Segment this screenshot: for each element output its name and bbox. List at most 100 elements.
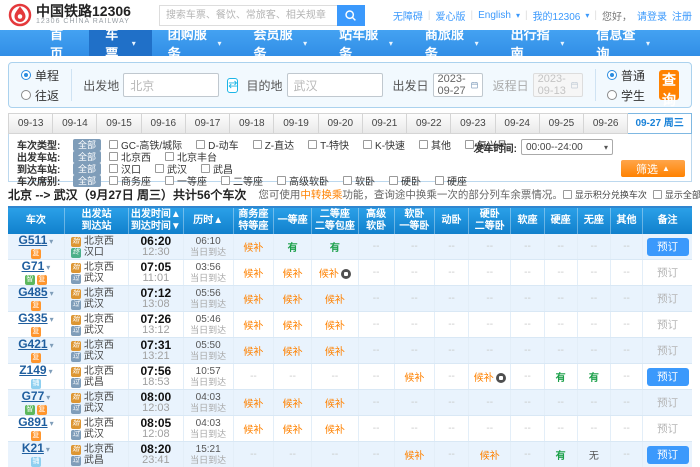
transfer-link[interactable]: 中转换乘 (300, 189, 342, 201)
filter-option[interactable]: Z-直达 (253, 137, 294, 152)
column-header[interactable]: 二等座 二等包座 (312, 208, 358, 234)
to-station-input[interactable] (287, 73, 383, 97)
book-button[interactable]: 预订 (657, 317, 678, 332)
filter-option[interactable]: 商务座 (109, 173, 151, 188)
train-number-link[interactable]: K21 (22, 442, 44, 456)
seat-availability[interactable]: 候补 (325, 347, 345, 358)
train-number-link[interactable]: G71 (22, 260, 45, 274)
date-tab[interactable]: 09-19 (274, 113, 318, 134)
filter-option[interactable]: 软卧 (343, 173, 375, 188)
seat-availability[interactable]: 候补 (325, 295, 345, 306)
date-tab[interactable]: 09-14 (53, 113, 97, 134)
column-header[interactable]: 一等座 (274, 208, 312, 234)
show-bookable-trains-checkbox[interactable]: 显示全部可预订车次 (653, 188, 700, 201)
seat-availability[interactable]: 候补 (325, 321, 345, 332)
seat-availability[interactable]: 候补 (243, 269, 263, 280)
seat-availability[interactable]: 候补 (325, 425, 345, 436)
radio-one-way[interactable]: 单程 (21, 67, 59, 84)
seat-availability[interactable]: 候补 (283, 425, 303, 436)
book-button[interactable]: 预订 (647, 368, 689, 386)
nav-item-出行指南[interactable]: 出行指南▾ (495, 30, 581, 56)
from-station-input[interactable] (123, 73, 219, 97)
seat-availability[interactable]: 有 (556, 373, 566, 384)
filter-all-button[interactable]: 全部 (73, 151, 101, 163)
date-tab[interactable]: 09-25 (540, 113, 584, 134)
column-header[interactable]: 硬卧 二等卧 (469, 208, 511, 234)
column-header[interactable]: 历时▲ (183, 208, 233, 234)
link-accessibility[interactable]: 无障碍 (393, 8, 423, 23)
seat-availability[interactable]: 有 (288, 243, 298, 254)
seat-availability[interactable]: 候补 (283, 295, 303, 306)
date-tab[interactable]: 09-22 (407, 113, 451, 134)
seat-availability[interactable]: 候补 (243, 321, 263, 332)
search-button[interactable] (337, 5, 365, 26)
seat-availability[interactable]: 候补 (404, 373, 424, 384)
book-button[interactable]: 预订 (647, 446, 689, 464)
swap-stations-icon[interactable]: ⇄ (227, 78, 238, 93)
nav-item-首页[interactable]: 首页 (34, 30, 89, 56)
seat-availability[interactable]: 候补 (243, 425, 263, 436)
search-input[interactable] (159, 5, 337, 26)
chevron-down-icon[interactable]: ▾ (49, 237, 53, 246)
date-tab[interactable]: 09-13 (8, 113, 53, 134)
date-tab[interactable]: 09-16 (142, 113, 186, 134)
filter-option[interactable]: 其他 (419, 137, 451, 152)
date-tab[interactable]: 09-17 (186, 113, 230, 134)
login-link[interactable]: 请登录 (637, 8, 667, 23)
chevron-down-icon[interactable]: ▾ (50, 289, 54, 298)
column-header[interactable]: 商务座 特等座 (233, 208, 273, 234)
date-tab[interactable]: 09-26 (584, 113, 628, 134)
column-header[interactable]: 备注 (643, 208, 692, 234)
seat-availability[interactable]: 候补 (404, 451, 424, 462)
seat-availability[interactable]: 有 (589, 373, 599, 384)
column-header[interactable]: 车次 (8, 208, 64, 234)
train-number-link[interactable]: Z149 (19, 364, 46, 378)
seat-availability[interactable]: 候补 (243, 347, 263, 358)
link-english[interactable]: English (478, 10, 511, 21)
nav-item-车票[interactable]: 车票▾ (89, 30, 151, 56)
train-number-link[interactable]: G485 (18, 286, 47, 300)
filter-all-button[interactable]: 全部 (73, 163, 101, 175)
chevron-down-icon[interactable]: ▾ (46, 263, 50, 272)
nav-item-站车服务[interactable]: 站车服务▾ (323, 30, 409, 56)
filter-option[interactable]: K-快速 (363, 137, 405, 152)
filter-option[interactable]: T-特快 (308, 137, 349, 152)
date-tab[interactable]: 09-23 (451, 113, 495, 134)
filter-option[interactable]: 高级软卧 (277, 173, 329, 188)
column-header[interactable]: 软卧 一等卧 (394, 208, 434, 234)
link-my-12306[interactable]: 我的12306 (533, 8, 581, 23)
column-header[interactable]: 出发站 到达站 (64, 208, 128, 234)
seat-availability[interactable]: 候补 (319, 269, 339, 280)
seat-availability[interactable]: 候补 (283, 347, 303, 358)
seat-availability[interactable]: 候补 (243, 295, 263, 306)
filter-option[interactable]: 硬卧 (389, 173, 421, 188)
nav-item-信息查询[interactable]: 信息查询▾ (580, 30, 666, 56)
chevron-down-icon[interactable]: ▾ (49, 367, 53, 376)
filter-collapse-button[interactable]: 筛选 ▲ (621, 160, 685, 177)
chevron-down-icon[interactable]: ▾ (50, 419, 54, 428)
chevron-down-icon[interactable]: ▾ (50, 341, 54, 350)
date-tab-selected[interactable]: 09-27 周三 (628, 113, 692, 134)
filter-option[interactable]: 二等座 (221, 173, 263, 188)
chevron-down-icon[interactable]: ▾ (46, 393, 50, 402)
train-number-link[interactable]: G421 (18, 338, 47, 352)
book-button[interactable]: 预订 (657, 395, 678, 410)
train-number-link[interactable]: G511 (19, 234, 48, 247)
radio-round-trip[interactable]: 往返 (21, 87, 59, 104)
column-header[interactable]: 其他 (610, 208, 642, 234)
seat-availability[interactable]: 候补 (325, 399, 345, 410)
train-number-link[interactable]: G77 (22, 390, 45, 404)
column-header[interactable]: 动卧 (434, 208, 468, 234)
date-tab[interactable]: 09-18 (230, 113, 274, 134)
date-tab[interactable]: 09-24 (496, 113, 540, 134)
register-link[interactable]: 注册 (672, 8, 692, 23)
filter-all-button[interactable]: 全部 (73, 139, 101, 151)
nav-item-团购服务[interactable]: 团购服务▾ (152, 30, 238, 56)
book-button[interactable]: 预订 (647, 238, 689, 256)
seat-availability[interactable]: 有 (556, 451, 566, 462)
filter-option[interactable]: 一等座 (165, 173, 207, 188)
train-number-link[interactable]: G891 (18, 416, 47, 430)
book-button[interactable]: 预订 (657, 343, 678, 358)
seat-availability[interactable]: 候补 (283, 399, 303, 410)
chevron-down-icon[interactable]: ▾ (46, 445, 50, 454)
